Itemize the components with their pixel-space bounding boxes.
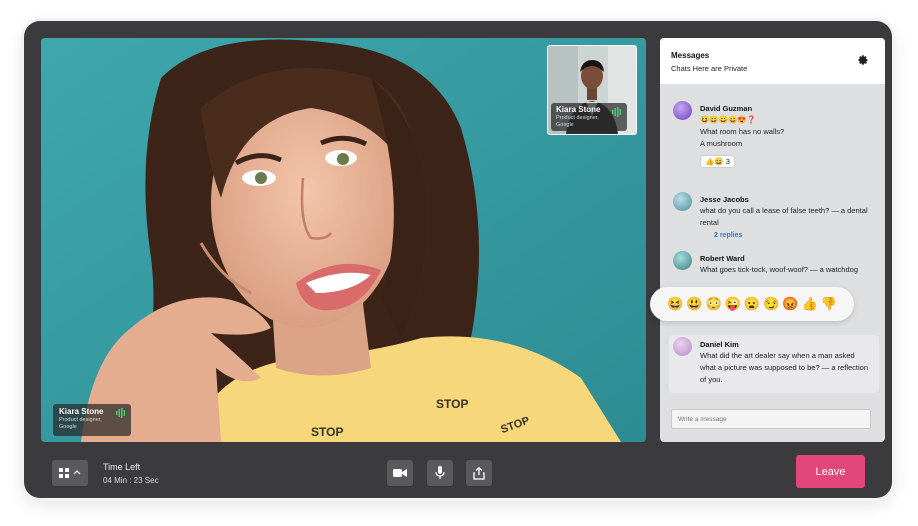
emoji-option[interactable]: 😳 — [706, 297, 722, 311]
message-text: What did the art dealer say when a man a… — [700, 351, 855, 360]
emoji-option[interactable]: 😃 — [686, 297, 702, 311]
avatar — [673, 192, 692, 211]
avatar — [673, 101, 692, 120]
message-text: what do you call a lease of false teeth?… — [700, 206, 868, 215]
main-video-tile[interactable]: STOP STOP STOP Kiara Stone Product desig… — [41, 38, 646, 442]
self-view-tile[interactable]: Kiara Stone Product designer, Google — [547, 45, 637, 135]
emoji-option[interactable]: 😜 — [725, 297, 741, 311]
messages-panel: Messages Chats Here are Private David Gu… — [660, 38, 885, 442]
emoji-option[interactable]: 👎 — [821, 297, 837, 311]
participant-role: Product designer, Google — [59, 417, 102, 430]
messages-subtitle: Chats Here are Private — [671, 64, 748, 73]
message-text: What room has no walls? — [700, 127, 785, 136]
emoji-option[interactable]: 😏 — [763, 297, 779, 311]
message-text: what a picture was supposed to be? — a r… — [700, 363, 869, 372]
message-text: 😆😄😄😄😍❓ — [700, 115, 757, 124]
message-author: Daniel Kim — [700, 340, 739, 349]
microphone-icon — [435, 466, 445, 479]
message-author: Jesse Jacobs — [700, 195, 749, 204]
avatar — [673, 337, 692, 356]
messages-header: Messages Chats Here are Private — [660, 38, 885, 84]
message-text: What goes tick-tock, woof-woof? — a watc… — [700, 265, 858, 274]
grid-icon — [59, 468, 81, 478]
self-view-name-tag: Kiara Stone Product designer, Google — [551, 103, 627, 131]
layout-menu-button[interactable] — [52, 460, 88, 486]
participant-role: Product designer, Google — [556, 115, 599, 128]
video-call-window: STOP STOP STOP Kiara Stone Product desig… — [24, 21, 892, 498]
message-input[interactable]: Write a message — [671, 409, 871, 429]
leave-button[interactable]: Leave — [796, 455, 865, 488]
emoji-picker: 😆 😃 😳 😜 😦 😏 😡 👍 👎 — [650, 287, 854, 321]
message-author: Robert Ward — [700, 254, 745, 263]
microphone-toggle-button[interactable] — [427, 460, 453, 486]
messages-title: Messages — [671, 51, 710, 60]
time-left-label: Time Left — [103, 462, 141, 472]
share-icon — [473, 466, 485, 480]
emoji-option[interactable]: 👍 — [801, 297, 817, 311]
gear-icon[interactable] — [857, 54, 869, 66]
emoji-option[interactable]: 😦 — [744, 297, 760, 311]
message-text: A mushroom — [700, 139, 743, 148]
svg-text:STOP: STOP — [436, 397, 468, 411]
svg-text:STOP: STOP — [311, 425, 343, 439]
message-text: of you. — [700, 375, 723, 384]
emoji-option[interactable]: 😡 — [782, 297, 798, 311]
replies-link[interactable]: 2 replies — [700, 232, 875, 239]
share-screen-button[interactable] — [466, 460, 492, 486]
message-text: rental — [700, 218, 719, 227]
emoji-option[interactable]: 😆 — [667, 297, 683, 311]
main-video-name-tag: Kiara Stone Product designer, Google — [53, 404, 131, 436]
reaction-count[interactable]: 👍😄 3 — [700, 155, 735, 168]
audio-level-icon — [612, 107, 621, 117]
camera-toggle-button[interactable] — [387, 460, 413, 486]
message-author: David Guzman — [700, 104, 753, 113]
audio-level-icon — [116, 408, 125, 418]
time-left-value: 04 Min : 23 Sec — [103, 476, 159, 485]
video-camera-icon — [393, 469, 407, 477]
avatar — [673, 251, 692, 270]
